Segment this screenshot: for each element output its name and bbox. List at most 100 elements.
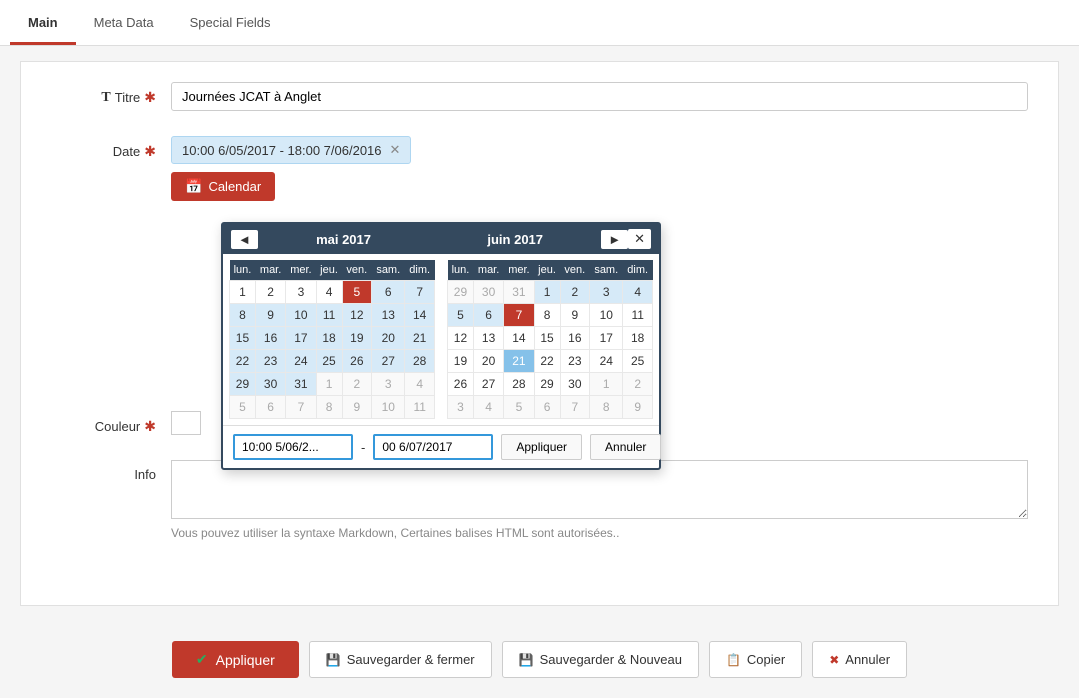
table-row[interactable]: 24 [590, 350, 623, 373]
table-row[interactable]: 7 [286, 396, 316, 419]
table-row[interactable]: 4 [623, 281, 653, 304]
table-row[interactable]: 31 [504, 281, 534, 304]
table-row[interactable]: 4 [473, 396, 503, 419]
table-row[interactable]: 6 [372, 281, 405, 304]
table-row[interactable]: 9 [560, 304, 590, 327]
date-close-icon[interactable]: ✕ [390, 142, 401, 158]
table-row[interactable]: 28 [504, 373, 534, 396]
table-row[interactable]: 7 [560, 396, 590, 419]
table-row[interactable]: 9 [623, 396, 653, 419]
table-row[interactable]: 4 [316, 281, 342, 304]
calendar-end-input[interactable] [373, 434, 493, 460]
titre-input[interactable] [171, 82, 1028, 111]
table-row[interactable]: 26 [448, 373, 474, 396]
tab-special-fields[interactable]: Special Fields [172, 3, 289, 45]
table-row[interactable]: 21 [504, 350, 534, 373]
table-row[interactable]: 7 [504, 304, 534, 327]
table-row[interactable]: 19 [342, 327, 372, 350]
table-row[interactable]: 25 [623, 350, 653, 373]
table-row[interactable]: 23 [560, 350, 590, 373]
table-row[interactable]: 5 [342, 281, 372, 304]
table-row[interactable]: 22 [230, 350, 256, 373]
table-row[interactable]: 6 [473, 304, 503, 327]
table-row[interactable]: 9 [342, 396, 372, 419]
table-row[interactable]: 8 [534, 304, 560, 327]
table-row[interactable]: 18 [316, 327, 342, 350]
table-row[interactable]: 11 [316, 304, 342, 327]
table-row[interactable]: 5 [230, 396, 256, 419]
table-row[interactable]: 13 [372, 304, 405, 327]
table-row[interactable]: 31 [286, 373, 316, 396]
calendar-close-btn[interactable]: ✕ [628, 229, 651, 249]
table-row[interactable]: 19 [448, 350, 474, 373]
table-row[interactable]: 10 [372, 396, 405, 419]
table-row[interactable]: 24 [286, 350, 316, 373]
apply-button[interactable]: ✔ Appliquer [172, 641, 299, 678]
table-row[interactable]: 7 [405, 281, 435, 304]
calendar-apply-btn[interactable]: Appliquer [501, 434, 582, 460]
table-row[interactable]: 22 [534, 350, 560, 373]
calendar-start-input[interactable] [233, 434, 353, 460]
table-row[interactable]: 25 [316, 350, 342, 373]
save-new-button[interactable]: 💾 Sauvegarder & Nouveau [502, 641, 699, 678]
table-row[interactable]: 27 [372, 350, 405, 373]
calendar-cancel-btn[interactable]: Annuler [590, 434, 661, 460]
table-row[interactable]: 14 [405, 304, 435, 327]
table-row[interactable]: 5 [448, 304, 474, 327]
table-row[interactable]: 5 [504, 396, 534, 419]
save-close-button[interactable]: 💾 Sauvegarder & fermer [309, 641, 492, 678]
table-row[interactable]: 29 [448, 281, 474, 304]
table-row[interactable]: 3 [372, 373, 405, 396]
table-row[interactable]: 4 [405, 373, 435, 396]
cancel-button[interactable]: ✖ Annuler [812, 641, 907, 678]
table-row[interactable]: 3 [590, 281, 623, 304]
calendar-prev-btn[interactable]: ◄ [231, 230, 258, 249]
table-row[interactable]: 1 [316, 373, 342, 396]
table-row[interactable]: 18 [623, 327, 653, 350]
color-swatch[interactable] [171, 411, 201, 435]
table-row[interactable]: 2 [342, 373, 372, 396]
table-row[interactable]: 8 [230, 304, 256, 327]
calendar-button[interactable]: 📅 Calendar [171, 172, 275, 201]
table-row[interactable]: 3 [286, 281, 316, 304]
table-row[interactable]: 17 [286, 327, 316, 350]
table-row[interactable]: 10 [590, 304, 623, 327]
tab-meta-data[interactable]: Meta Data [76, 3, 172, 45]
table-row[interactable]: 2 [255, 281, 285, 304]
table-row[interactable]: 30 [255, 373, 285, 396]
table-row[interactable]: 12 [342, 304, 372, 327]
table-row[interactable]: 1 [534, 281, 560, 304]
copy-button[interactable]: 📋 Copier [709, 641, 802, 678]
table-row[interactable]: 15 [534, 327, 560, 350]
table-row[interactable]: 20 [473, 350, 503, 373]
table-row[interactable]: 11 [405, 396, 435, 419]
table-row[interactable]: 16 [560, 327, 590, 350]
table-row[interactable]: 29 [534, 373, 560, 396]
table-row[interactable]: 27 [473, 373, 503, 396]
table-row[interactable]: 8 [316, 396, 342, 419]
table-row[interactable]: 17 [590, 327, 623, 350]
table-row[interactable]: 14 [504, 327, 534, 350]
table-row[interactable]: 8 [590, 396, 623, 419]
table-row[interactable]: 10 [286, 304, 316, 327]
table-row[interactable]: 3 [448, 396, 474, 419]
table-row[interactable]: 2 [560, 281, 590, 304]
table-row[interactable]: 6 [255, 396, 285, 419]
table-row[interactable]: 23 [255, 350, 285, 373]
table-row[interactable]: 28 [405, 350, 435, 373]
table-row[interactable]: 1 [590, 373, 623, 396]
table-row[interactable]: 20 [372, 327, 405, 350]
table-row[interactable]: 15 [230, 327, 256, 350]
table-row[interactable]: 21 [405, 327, 435, 350]
table-row[interactable]: 1 [230, 281, 256, 304]
table-row[interactable]: 13 [473, 327, 503, 350]
table-row[interactable]: 29 [230, 373, 256, 396]
calendar-next-btn[interactable]: ► [601, 230, 628, 249]
table-row[interactable]: 16 [255, 327, 285, 350]
table-row[interactable]: 9 [255, 304, 285, 327]
table-row[interactable]: 2 [623, 373, 653, 396]
tab-main[interactable]: Main [10, 3, 76, 45]
table-row[interactable]: 6 [534, 396, 560, 419]
table-row[interactable]: 30 [473, 281, 503, 304]
table-row[interactable]: 30 [560, 373, 590, 396]
